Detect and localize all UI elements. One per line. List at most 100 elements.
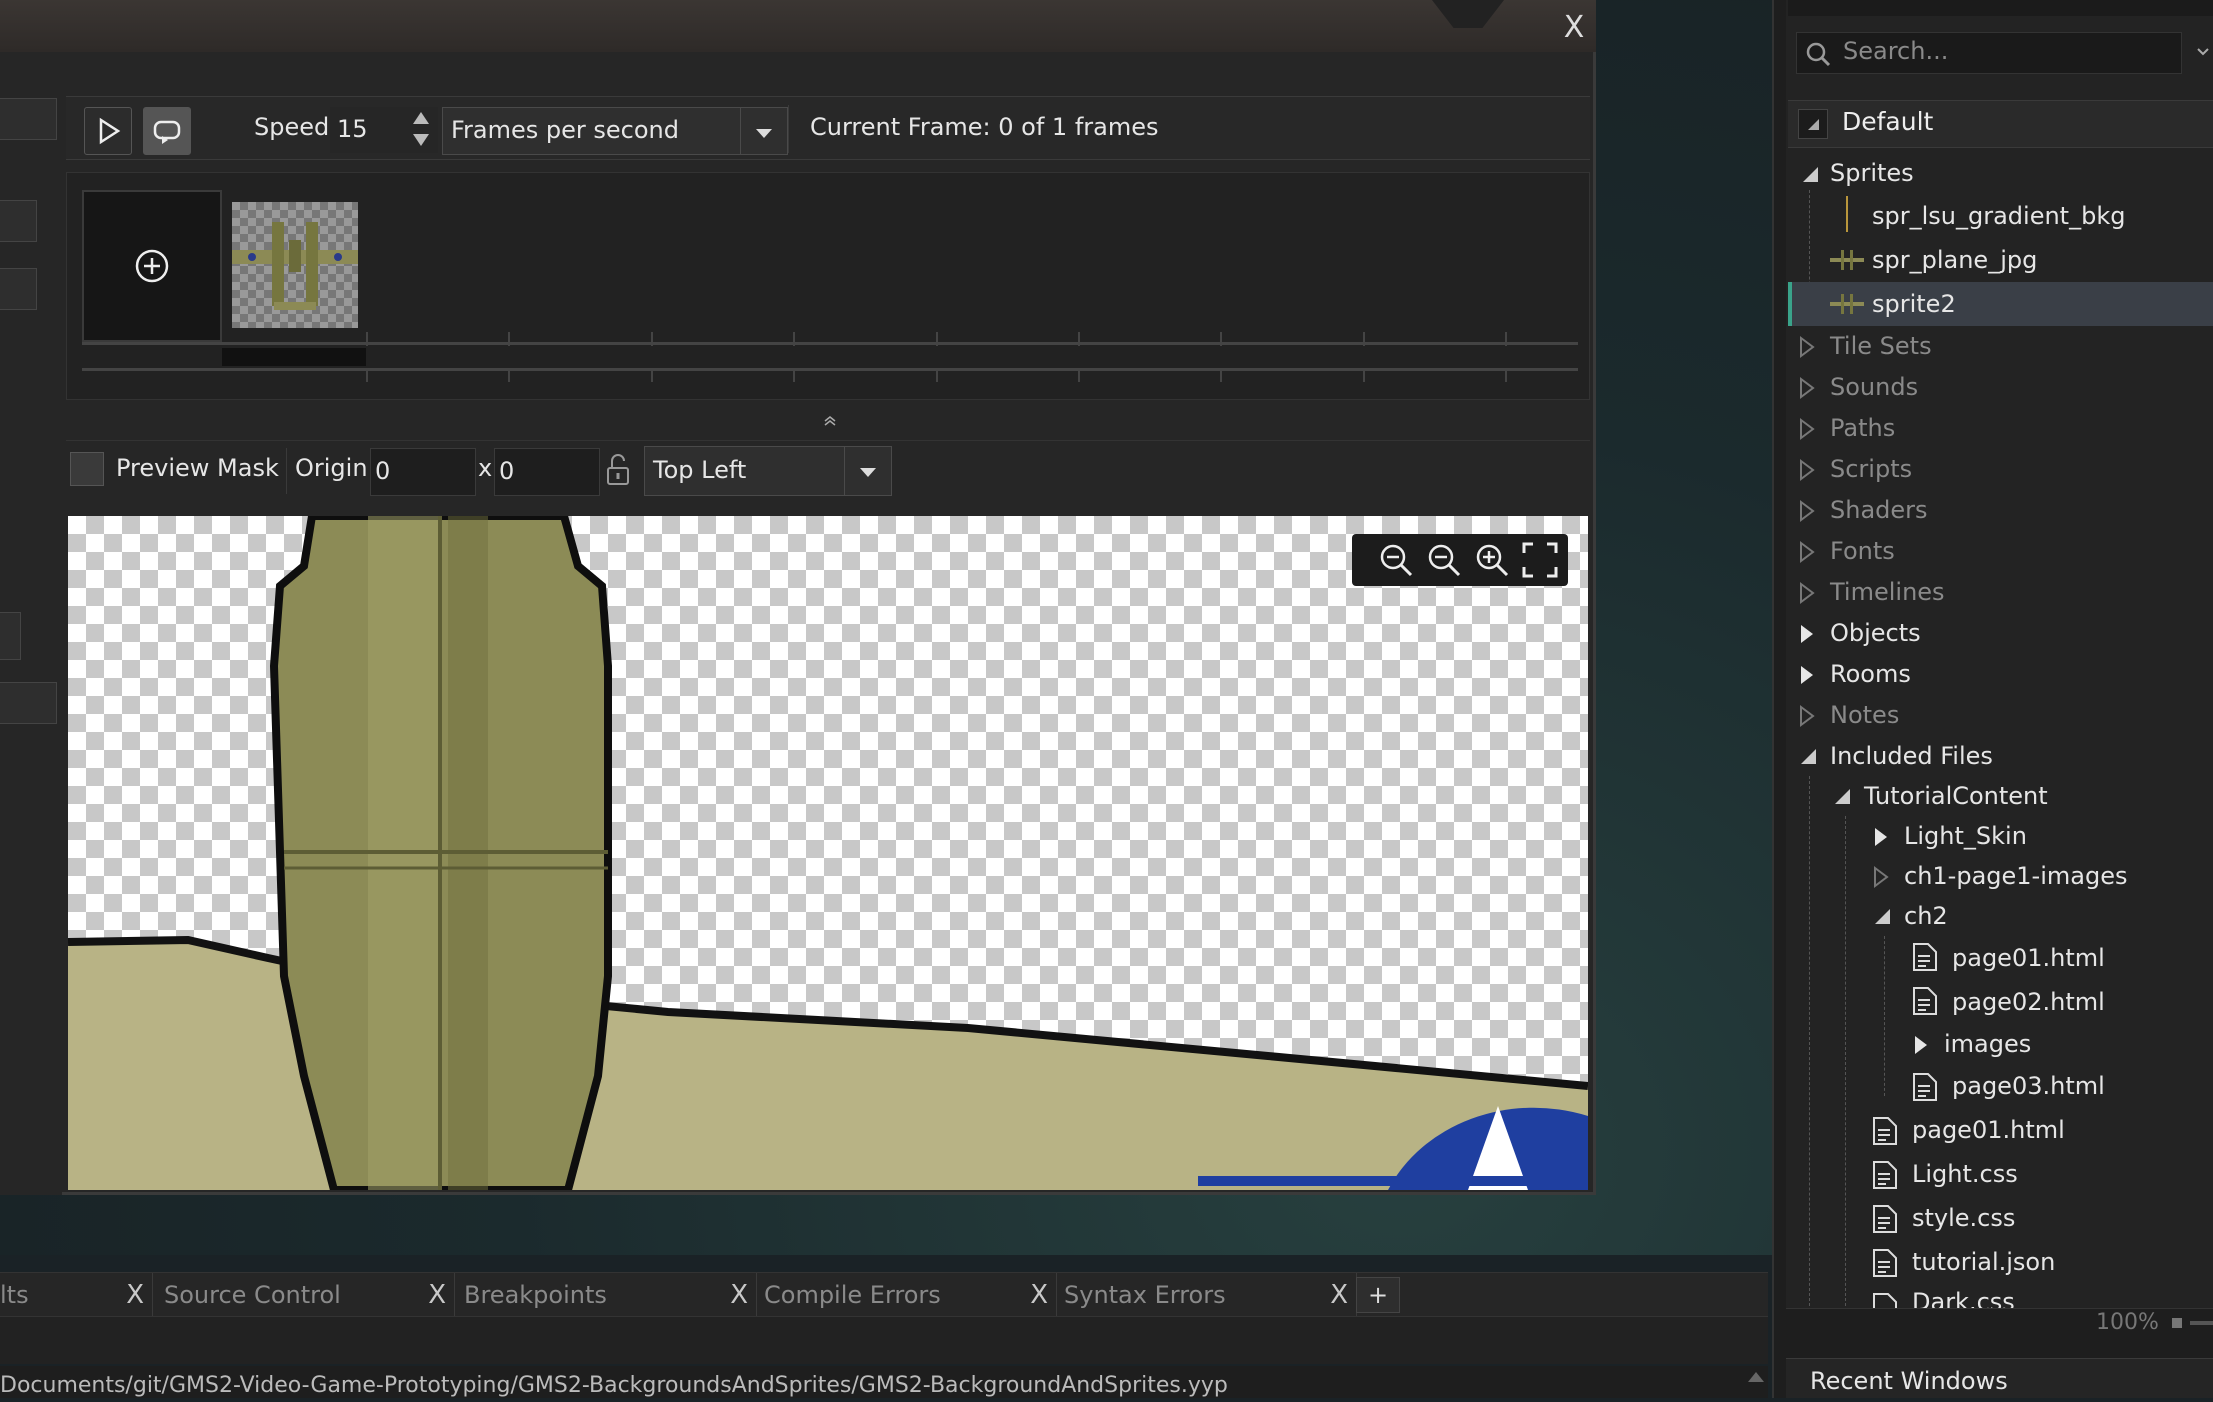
- collapsed-triangle-icon[interactable]: [1872, 826, 1890, 848]
- expanded-triangle-icon[interactable]: [1800, 164, 1820, 184]
- speed-stepper[interactable]: [410, 109, 432, 149]
- play-button[interactable]: [84, 107, 132, 155]
- fit-to-screen-button[interactable]: [1520, 540, 1560, 580]
- tree-folder-timelines[interactable]: Timelines: [1830, 572, 1945, 612]
- collapsed-triangle-icon[interactable]: [1798, 541, 1816, 563]
- left-panel-field[interactable]: [0, 200, 37, 242]
- collapsed-triangle-icon[interactable]: [1798, 582, 1816, 604]
- tree-folder-images[interactable]: images: [1944, 1024, 2031, 1064]
- tree-folder-notes[interactable]: Notes: [1830, 695, 1899, 735]
- collapsed-triangle-icon[interactable]: [1798, 705, 1816, 727]
- timeline-tick: [1220, 368, 1222, 382]
- collapsed-triangle-icon[interactable]: [1912, 1034, 1930, 1056]
- close-tab-icon[interactable]: X: [126, 1273, 144, 1317]
- expanded-triangle-icon[interactable]: [1832, 786, 1852, 806]
- timeline-track: [82, 368, 1578, 371]
- left-panel-field[interactable]: [0, 268, 37, 310]
- close-editor-button[interactable]: X: [1556, 10, 1592, 46]
- left-panel-button[interactable]: [0, 682, 57, 724]
- collapsed-triangle-icon[interactable]: [1798, 377, 1816, 399]
- tab-syntax-errors[interactable]: Syntax Errors X: [1056, 1273, 1357, 1317]
- left-panel-field[interactable]: [0, 98, 57, 140]
- preview-mask-checkbox[interactable]: [70, 452, 104, 486]
- tab-label: lts: [0, 1281, 29, 1309]
- zoom-in-button[interactable]: [1472, 540, 1512, 580]
- output-tabs-bar: lts X Source Control X Breakpoints X Com…: [0, 1272, 1768, 1317]
- frame-thumbnail[interactable]: [232, 202, 358, 328]
- recent-windows-header[interactable]: Recent Windows: [1786, 1358, 2213, 1398]
- chevron-down-icon: [844, 447, 891, 495]
- search-input[interactable]: Search...: [1796, 32, 2182, 74]
- zoom-reset-button[interactable]: [1376, 540, 1416, 580]
- zoom-slider-handle[interactable]: [2172, 1318, 2182, 1328]
- origin-lock-button[interactable]: [604, 450, 632, 490]
- origin-x-input[interactable]: 0: [370, 448, 476, 496]
- tree-item-clipped[interactable]: Dark.css: [1860, 1286, 2120, 1308]
- expanded-triangle-icon[interactable]: [1798, 746, 1818, 766]
- collapsed-triangle-icon[interactable]: [1872, 866, 1890, 888]
- tree-folder-tile-sets[interactable]: Tile Sets: [1830, 326, 1932, 366]
- collapsed-triangle-icon[interactable]: [1798, 459, 1816, 481]
- collapsed-triangle-icon[interactable]: [1798, 623, 1816, 645]
- add-tab-button[interactable]: +: [1356, 1277, 1400, 1313]
- timeline-frame-marker[interactable]: [222, 348, 366, 366]
- collapsed-triangle-icon[interactable]: [1798, 500, 1816, 522]
- tree-folder-scripts[interactable]: Scripts: [1830, 449, 1912, 489]
- tree-item-sprite[interactable]: spr_lsu_gradient_bkg: [1872, 196, 2125, 236]
- timeline-tick: [366, 332, 368, 346]
- add-frame-button[interactable]: [82, 190, 222, 342]
- tree-guide: [1809, 776, 1810, 1306]
- left-panel-dropdown[interactable]: [0, 612, 21, 660]
- tree-folder-objects[interactable]: Objects: [1830, 613, 1921, 653]
- tree-folder-included-files[interactable]: Included Files: [1830, 736, 1993, 776]
- tree-item-sprite[interactable]: spr_plane_jpg: [1872, 240, 2037, 280]
- tree-file[interactable]: page01.html: [1912, 1110, 2065, 1150]
- close-tab-icon[interactable]: X: [1330, 1273, 1348, 1317]
- collapsed-triangle-icon[interactable]: [1798, 664, 1816, 686]
- tree-file[interactable]: style.css: [1912, 1198, 2015, 1238]
- tree-folder-ch1-images[interactable]: ch1-page1-images: [1904, 856, 2127, 896]
- tree-folder-fonts[interactable]: Fonts: [1830, 531, 1895, 571]
- group-icon: [1798, 109, 1828, 139]
- collapsed-triangle-icon[interactable]: [1798, 336, 1816, 358]
- close-tab-icon[interactable]: X: [428, 1273, 446, 1317]
- tree-folder-rooms[interactable]: Rooms: [1830, 654, 1911, 694]
- tab-source-control[interactable]: Source Control X: [154, 1273, 455, 1317]
- tree-folder-sounds[interactable]: Sounds: [1830, 367, 1918, 407]
- collapsed-triangle-icon[interactable]: [1798, 418, 1816, 440]
- tree-file[interactable]: page01.html: [1952, 938, 2105, 978]
- zoom-out-button[interactable]: [1424, 540, 1464, 580]
- tree-item-sprite[interactable]: sprite2: [1872, 284, 1956, 324]
- search-options-button[interactable]: [2194, 40, 2212, 64]
- tab-breakpoints[interactable]: Breakpoints X: [456, 1273, 757, 1317]
- tab-results[interactable]: lts X: [0, 1273, 153, 1317]
- resource-group-selector[interactable]: Default: [1788, 100, 2213, 148]
- origin-y-input[interactable]: 0: [494, 448, 600, 496]
- speed-unit-dropdown[interactable]: Frames per second: [442, 107, 788, 155]
- tree-file[interactable]: tutorial.json: [1912, 1242, 2055, 1282]
- editor-titlebar[interactable]: [0, 0, 1596, 52]
- collapse-handle-icon[interactable]: [820, 412, 840, 428]
- sprite-canvas[interactable]: [68, 516, 1588, 1190]
- tree-folder-sprites[interactable]: Sprites: [1830, 153, 1914, 193]
- fullscreen-icon: [1522, 542, 1558, 578]
- loop-toggle-button[interactable]: [143, 107, 191, 155]
- preview-mask-label: Preview Mask: [116, 454, 279, 482]
- tab-compile-errors[interactable]: Compile Errors X: [756, 1273, 1057, 1317]
- tree-folder-ch2[interactable]: ch2: [1904, 896, 1948, 936]
- output-scrollbar[interactable]: [1744, 1368, 1768, 1398]
- project-path: Documents/git/GMS2-Video-Game-Prototypin…: [0, 1373, 1228, 1398]
- tree-folder-light-skin[interactable]: Light_Skin: [1904, 816, 2027, 856]
- close-tab-icon[interactable]: X: [730, 1273, 748, 1317]
- zoom-in-icon: [1476, 544, 1509, 577]
- tree-folder-shaders[interactable]: Shaders: [1830, 490, 1928, 530]
- expanded-triangle-icon[interactable]: [1872, 906, 1892, 926]
- tree-file[interactable]: page02.html: [1952, 982, 2105, 1022]
- close-tab-icon[interactable]: X: [1030, 1273, 1048, 1317]
- tree-folder-paths[interactable]: Paths: [1830, 408, 1895, 448]
- tree-file[interactable]: page03.html: [1952, 1066, 2105, 1106]
- tree-folder-tutorial-content[interactable]: TutorialContent: [1864, 776, 2048, 816]
- origin-preset-dropdown[interactable]: Top Left: [644, 446, 892, 496]
- tree-file[interactable]: Light.css: [1912, 1154, 2018, 1194]
- zoom-slider-track[interactable]: [2190, 1321, 2213, 1325]
